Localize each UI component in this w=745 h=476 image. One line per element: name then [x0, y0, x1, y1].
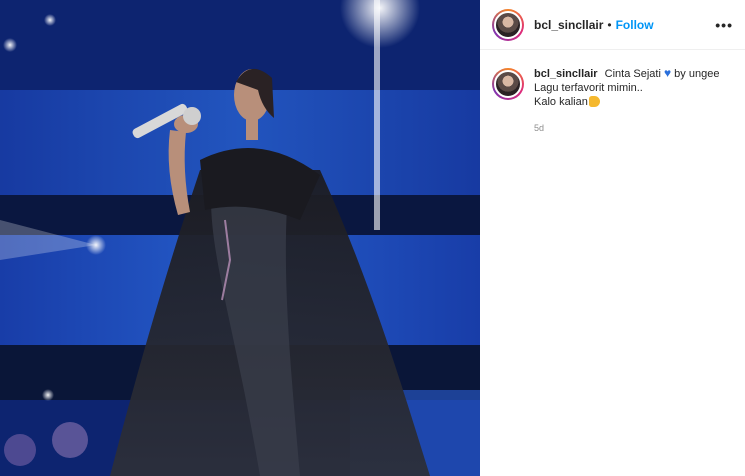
header-username[interactable]: bcl_sincllair	[534, 18, 603, 32]
post-timestamp[interactable]: 5d	[534, 121, 719, 135]
hand-emoji-icon	[588, 96, 600, 107]
caption: bcl_sincllair Cinta Sejati ♥ by ungee La…	[480, 50, 745, 135]
performance-photo	[0, 0, 480, 476]
follow-button[interactable]: Follow	[616, 18, 654, 32]
post-header: bcl_sincllair • Follow •••	[480, 0, 745, 50]
caption-line1: Cinta Sejati	[604, 68, 661, 80]
post-side-panel: bcl_sincllair • Follow ••• bcl_sincllair…	[480, 0, 745, 476]
blue-heart-icon: ♥	[663, 66, 672, 80]
caption-line1-suffix: by ungee	[674, 68, 720, 80]
avatar[interactable]	[492, 8, 524, 41]
caption-line2: Lagu terfavorit mimin..	[534, 82, 643, 94]
more-options-icon[interactable]: •••	[715, 17, 733, 33]
separator-dot: •	[607, 17, 612, 32]
caption-avatar[interactable]	[492, 68, 524, 100]
caption-line3: Kalo kalian	[534, 96, 588, 108]
post-media[interactable]	[0, 0, 480, 476]
caption-username[interactable]: bcl_sincllair	[534, 68, 598, 80]
